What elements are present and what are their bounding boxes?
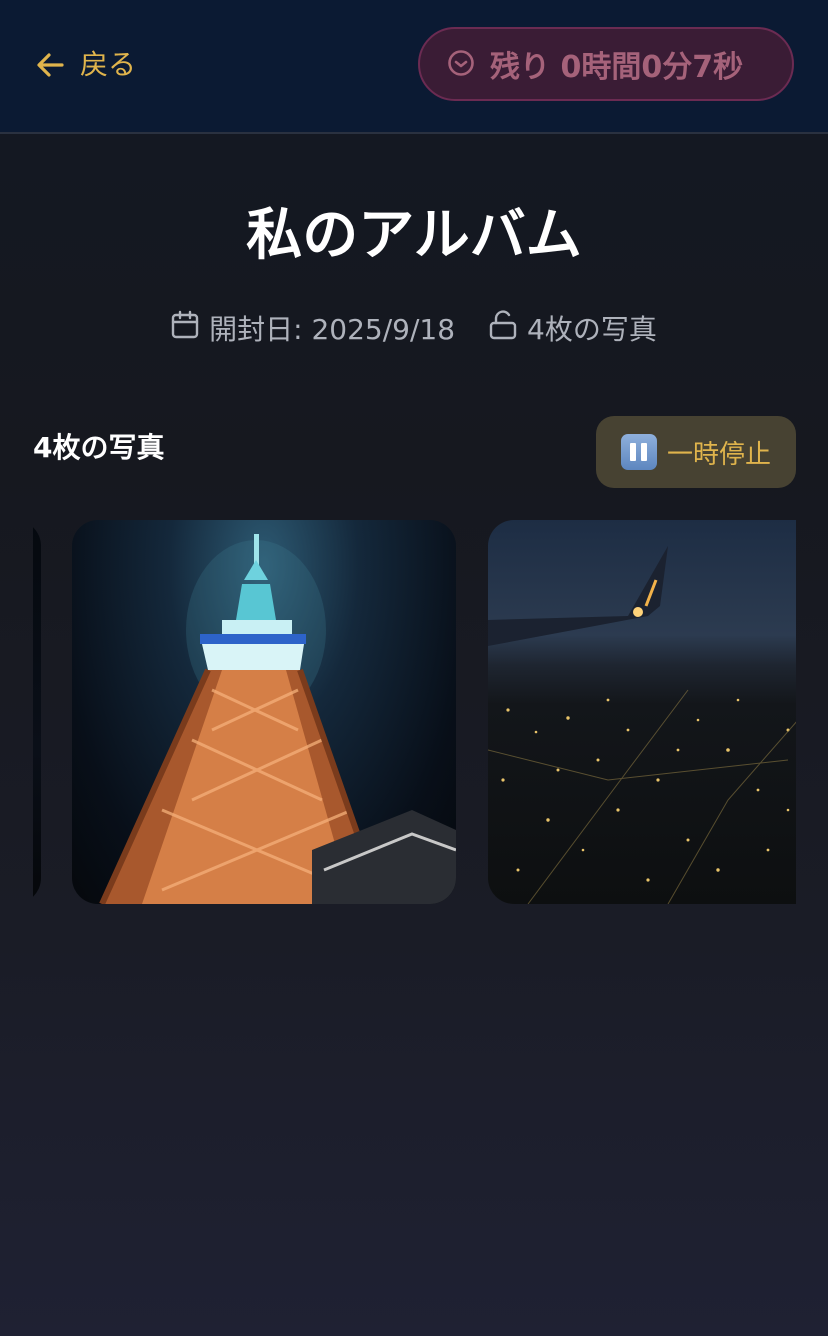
photo-card-tokyo-tower[interactable]: [72, 520, 456, 904]
top-bar: 戻る 残り 0時間0分7秒: [0, 0, 828, 134]
arrow-left-icon: [34, 49, 66, 81]
opened-date: 開封日: 2025/9/18: [171, 308, 455, 348]
clock-icon: [446, 47, 476, 81]
photo-count-label: 4枚の写真: [527, 313, 657, 346]
back-button[interactable]: 戻る: [34, 44, 136, 86]
photo-count: 4枚の写真: [489, 308, 657, 348]
timer-label: 残り 0時間0分7秒: [490, 50, 744, 85]
photo-card-previous[interactable]: [33, 520, 41, 904]
back-label: 戻る: [80, 48, 137, 81]
countdown-timer: 残り 0時間0分7秒: [418, 27, 794, 101]
album-title: 私のアルバム: [246, 203, 582, 268]
photo-carousel[interactable]: [33, 520, 796, 904]
calendar-icon: [171, 310, 199, 347]
opened-date-label: 開封日: 2025/9/18: [209, 313, 456, 346]
photo-card-airplane-night-view[interactable]: [488, 520, 796, 904]
pause-button[interactable]: 一時停止: [596, 416, 796, 488]
album-meta: 開封日: 2025/9/18 4枚の写真: [0, 306, 828, 350]
unlock-icon: [489, 309, 517, 347]
pause-label: 一時停止: [666, 439, 771, 470]
pause-icon: [620, 434, 657, 470]
photos-section-title: 4枚の写真: [33, 431, 165, 464]
